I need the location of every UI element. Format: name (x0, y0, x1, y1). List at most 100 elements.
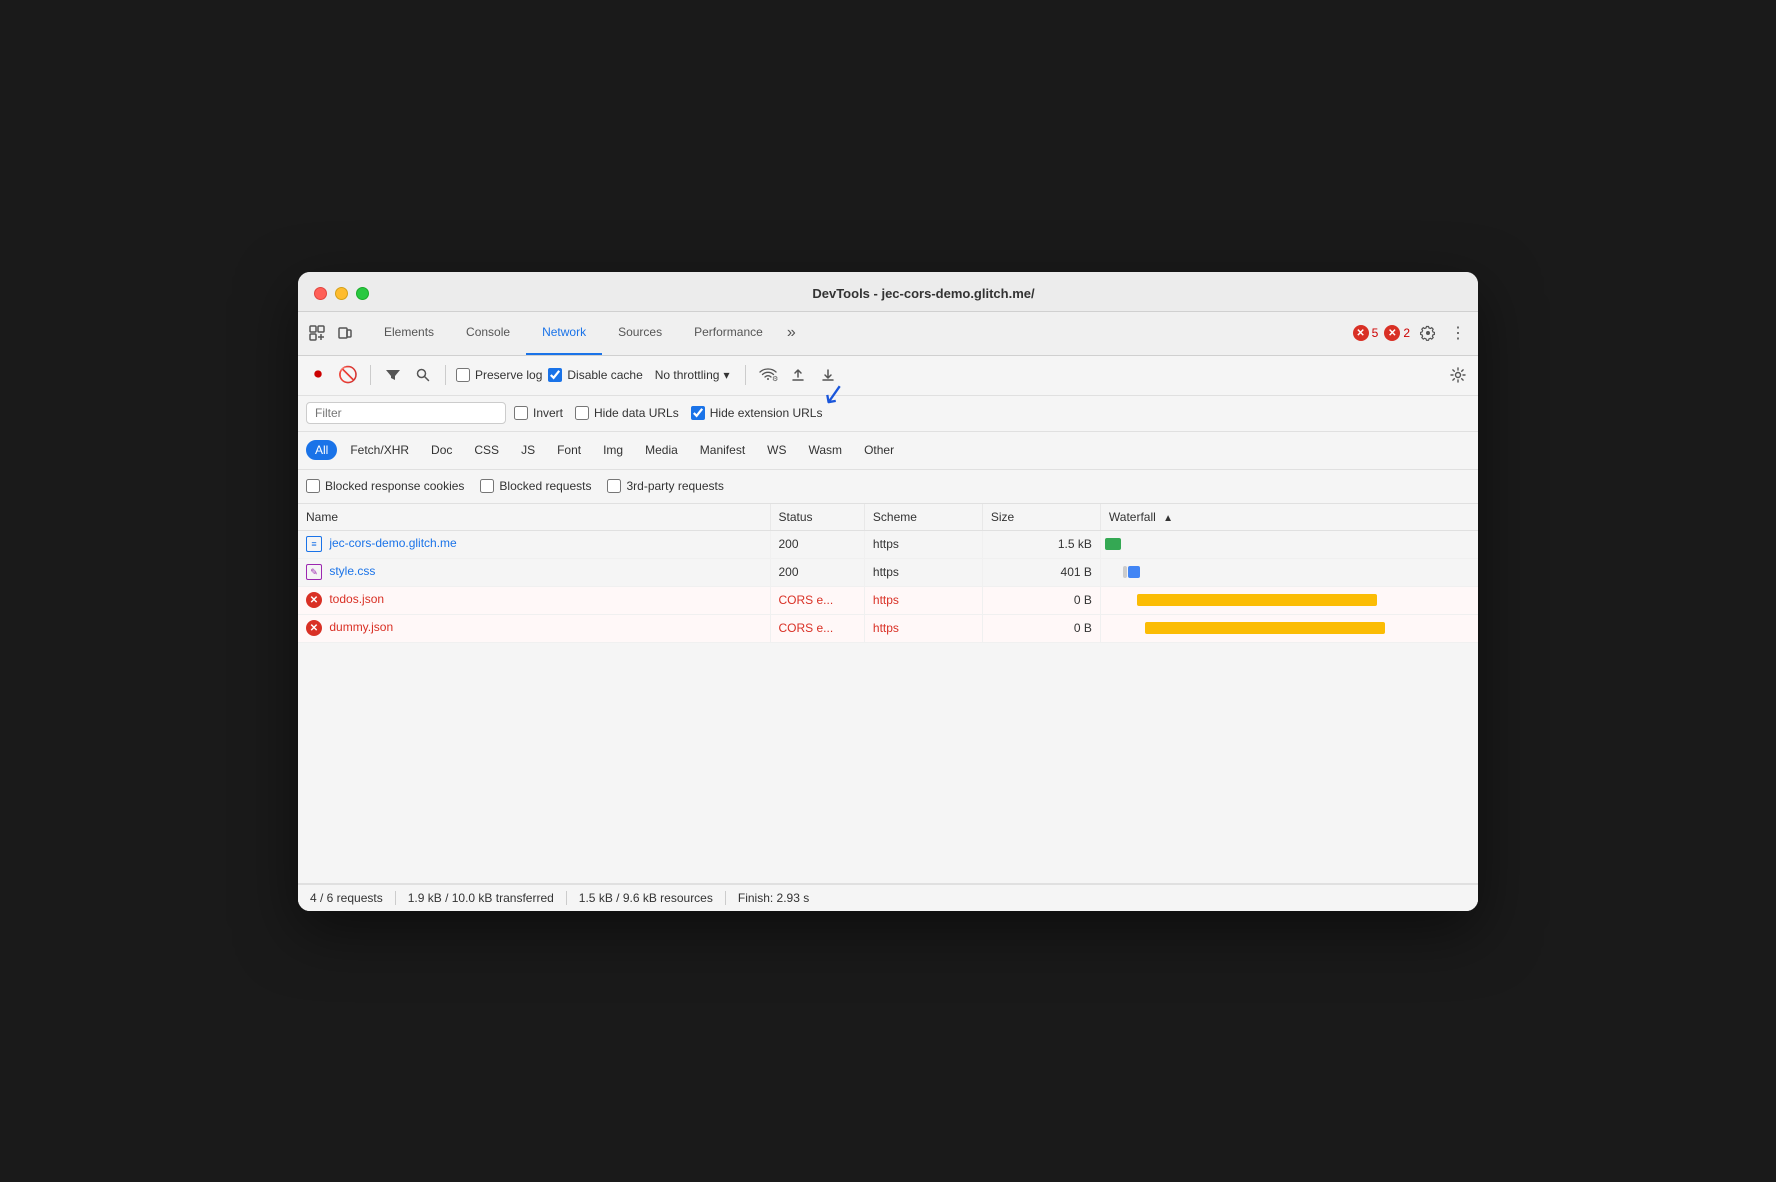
disable-cache-checkbox[interactable] (548, 368, 562, 382)
svg-text:⚙: ⚙ (772, 375, 778, 383)
status-transferred: 1.9 kB / 10.0 kB transferred (396, 891, 567, 905)
row-name-4[interactable]: ✕ dummy.json (298, 614, 770, 642)
status-requests: 4 / 6 requests (310, 891, 396, 905)
search-button[interactable] (411, 363, 435, 387)
table-row[interactable]: ✕ dummy.json CORS e... https 0 B (298, 614, 1478, 642)
blocked-cookies-label[interactable]: Blocked response cookies (306, 479, 464, 493)
download-icon[interactable] (816, 363, 840, 387)
blocked-cookies-checkbox[interactable] (306, 479, 320, 493)
network-table-container[interactable]: Name Status Scheme Size Waterfall ▲ ≡ (298, 504, 1478, 884)
row-scheme-2: https (864, 558, 982, 586)
disable-cache-label[interactable]: Disable cache (548, 368, 642, 382)
upload-icon[interactable] (786, 363, 810, 387)
blocked-requests-text: Blocked requests (499, 479, 591, 493)
throttle-arrow: ▾ (723, 368, 729, 382)
record-button[interactable]: ⏺ (306, 363, 330, 387)
window-title: DevTools - jec-cors-demo.glitch.me/ (385, 286, 1462, 301)
tab-performance[interactable]: Performance (678, 311, 779, 355)
type-btn-css[interactable]: CSS (465, 440, 508, 460)
row-size-2: 401 B (982, 558, 1100, 586)
hide-data-label[interactable]: Hide data URLs (575, 406, 679, 420)
third-party-text: 3rd-party requests (626, 479, 723, 493)
type-btn-fetch[interactable]: Fetch/XHR (341, 440, 418, 460)
row-name-3[interactable]: ✕ todos.json (298, 586, 770, 614)
error-badge-1: ✕ 5 (1353, 325, 1379, 341)
invert-text: Invert (533, 406, 563, 420)
tab-network[interactable]: Network (526, 311, 602, 355)
toolbar: ⏺ 🚫 Preserve log Disable ca (298, 356, 1478, 396)
minimize-button[interactable] (335, 287, 348, 300)
row-size-4: 0 B (982, 614, 1100, 642)
download-area: ↙ (816, 363, 840, 387)
error-badge-2: ✕ 2 (1384, 325, 1410, 341)
type-btn-all[interactable]: All (306, 440, 337, 460)
table-row[interactable]: ✕ todos.json CORS e... https 0 B (298, 586, 1478, 614)
type-btn-media[interactable]: Media (636, 440, 687, 460)
col-header-name[interactable]: Name (298, 504, 770, 531)
device-icon[interactable] (334, 322, 356, 344)
inspector-icon[interactable] (306, 322, 328, 344)
clear-button[interactable]: 🚫 (336, 363, 360, 387)
table-row[interactable]: ≡ jec-cors-demo.glitch.me 200 https 1.5 … (298, 530, 1478, 558)
wifi-icon[interactable]: ⚙ (756, 363, 780, 387)
type-btn-js[interactable]: JS (512, 440, 544, 460)
row-waterfall-3 (1100, 586, 1478, 614)
devtools-body: Elements Console Network Sources Perform… (298, 312, 1478, 911)
table-row[interactable]: ✎ style.css 200 https 401 B (298, 558, 1478, 586)
error-icon-1: ✕ (1353, 325, 1369, 341)
tab-overflow[interactable]: » (779, 311, 804, 355)
settings-icon[interactable] (1416, 321, 1440, 345)
row-name-1[interactable]: ≡ jec-cors-demo.glitch.me (298, 530, 770, 558)
row-waterfall-2 (1100, 558, 1478, 586)
type-btn-manifest[interactable]: Manifest (691, 440, 754, 460)
type-btn-font[interactable]: Font (548, 440, 590, 460)
col-header-size[interactable]: Size (982, 504, 1100, 531)
toolbar-gear-icon[interactable] (1446, 363, 1470, 387)
type-btn-other[interactable]: Other (855, 440, 903, 460)
preserve-log-label[interactable]: Preserve log (456, 368, 542, 382)
hide-ext-label[interactable]: Hide extension URLs (691, 406, 823, 420)
type-btn-wasm[interactable]: Wasm (800, 440, 852, 460)
disable-cache-text: Disable cache (567, 368, 642, 382)
row-link-3[interactable]: todos.json (329, 592, 384, 606)
waterfall-bar-2b (1128, 566, 1140, 578)
hide-ext-text: Hide extension URLs (710, 406, 823, 420)
type-btn-img[interactable]: Img (594, 440, 632, 460)
col-header-waterfall[interactable]: Waterfall ▲ (1100, 504, 1478, 531)
type-btn-doc[interactable]: Doc (422, 440, 461, 460)
row-waterfall-4 (1100, 614, 1478, 642)
close-button[interactable] (314, 287, 327, 300)
hide-ext-checkbox[interactable] (691, 406, 705, 420)
blocked-requests-checkbox[interactable] (480, 479, 494, 493)
tab-sources[interactable]: Sources (602, 311, 678, 355)
third-party-checkbox[interactable] (607, 479, 621, 493)
filter-button[interactable] (381, 363, 405, 387)
third-party-label[interactable]: 3rd-party requests (607, 479, 723, 493)
blocked-requests-label[interactable]: Blocked requests (480, 479, 591, 493)
hide-data-checkbox[interactable] (575, 406, 589, 420)
hide-data-text: Hide data URLs (594, 406, 679, 420)
maximize-button[interactable] (356, 287, 369, 300)
waterfall-bar-4 (1145, 622, 1385, 634)
col-header-scheme[interactable]: Scheme (864, 504, 982, 531)
col-header-status[interactable]: Status (770, 504, 864, 531)
row-scheme-4: https (864, 614, 982, 642)
row-link-1[interactable]: jec-cors-demo.glitch.me (329, 536, 456, 550)
row-name-2[interactable]: ✎ style.css (298, 558, 770, 586)
waterfall-bar-1 (1105, 538, 1121, 550)
row-link-4[interactable]: dummy.json (329, 620, 393, 634)
tab-elements[interactable]: Elements (368, 311, 450, 355)
invert-label[interactable]: Invert (514, 406, 563, 420)
throttle-select[interactable]: No throttling ▾ (649, 366, 736, 384)
preserve-log-checkbox[interactable] (456, 368, 470, 382)
sort-arrow: ▲ (1163, 513, 1173, 524)
toolbar-divider-1 (370, 365, 371, 385)
row-link-2[interactable]: style.css (329, 564, 375, 578)
status-finish: Finish: 2.93 s (726, 891, 821, 905)
type-btn-ws[interactable]: WS (758, 440, 795, 460)
filter-input[interactable] (306, 402, 506, 424)
invert-checkbox[interactable] (514, 406, 528, 420)
tab-console[interactable]: Console (450, 311, 526, 355)
title-bar: DevTools - jec-cors-demo.glitch.me/ (298, 272, 1478, 312)
more-icon[interactable]: ⋮ (1446, 321, 1470, 345)
